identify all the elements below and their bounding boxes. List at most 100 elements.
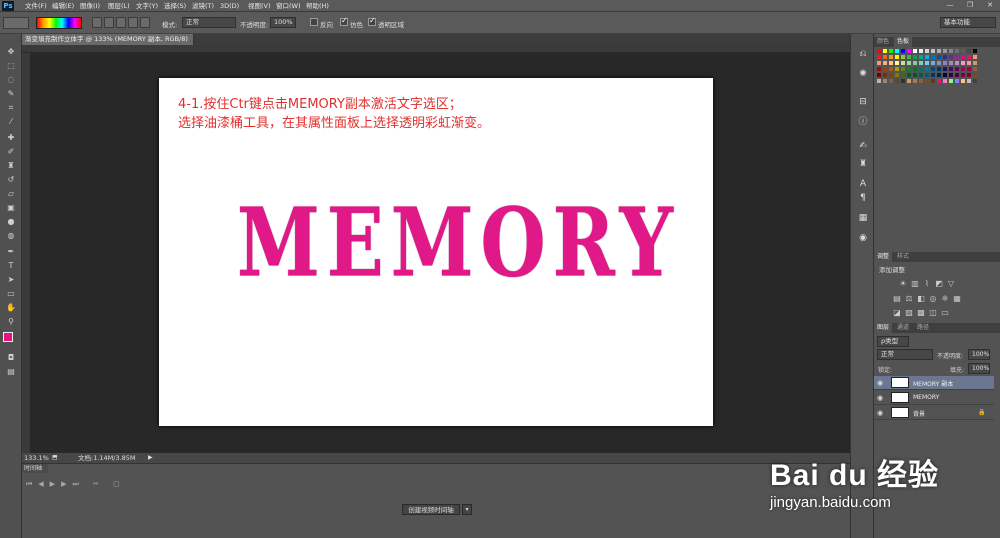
brightness-icon[interactable]: ☀	[898, 279, 908, 288]
history-brush-tool-icon[interactable]: ↺	[4, 174, 18, 185]
menu-3d[interactable]: 3D(D)	[220, 1, 239, 11]
status-export-icon[interactable]: ⬒	[52, 453, 58, 463]
layer-row-memory-copy[interactable]: ◉ MEMORY 副本	[874, 376, 994, 390]
restore-button[interactable]: ❐	[962, 1, 978, 10]
dither-checkbox[interactable]	[340, 16, 348, 26]
layer-kind-filter[interactable]: ρ类型	[877, 336, 909, 347]
timeline-playback-controls[interactable]: ⏮◀▶▶⏭ ✂ ▢	[26, 480, 126, 489]
close-window-button[interactable]: ✕	[982, 1, 998, 10]
foreground-color-swatch[interactable]	[3, 332, 13, 342]
swatches-grid[interactable]	[876, 48, 986, 92]
invert-icon[interactable]: ◪	[892, 308, 902, 317]
brush-panel-icon[interactable]: ✍	[856, 140, 870, 152]
menu-select[interactable]: 选择(S)	[164, 1, 186, 11]
menu-image[interactable]: 图像(I)	[80, 1, 100, 11]
swatch-chip[interactable]	[972, 78, 978, 84]
healing-brush-tool-icon[interactable]: ✚	[4, 132, 18, 143]
status-menu-arrow-icon[interactable]: ▶	[148, 453, 153, 463]
linear-gradient-icon[interactable]	[92, 17, 102, 28]
timeline-tab[interactable]: 时间轴	[22, 464, 48, 473]
menu-edit[interactable]: 编辑(E)	[52, 1, 74, 11]
blend-mode-select[interactable]: 正常	[877, 349, 933, 360]
memory-text-layer[interactable]: MEMORY	[237, 183, 673, 304]
tab-styles[interactable]: 样式	[894, 252, 912, 262]
actions-panel-icon[interactable]: ✺	[856, 68, 870, 80]
workspace-select[interactable]: 基本功能	[940, 17, 996, 28]
3d-panel-icon[interactable]: ◉	[856, 232, 870, 244]
color-lookup-icon[interactable]: ▦	[952, 294, 962, 303]
dodge-tool-icon[interactable]: ◍	[4, 230, 18, 241]
photo-filter-icon[interactable]: ◎	[928, 294, 938, 303]
info-panel-icon[interactable]: ⓘ	[856, 116, 870, 128]
black-white-icon[interactable]: ◧	[916, 294, 926, 303]
reflected-gradient-icon[interactable]	[128, 17, 138, 28]
hand-tool-icon[interactable]: ✋	[4, 302, 18, 313]
create-video-timeline-button[interactable]: 创建视频时间轴	[402, 504, 460, 515]
diamond-gradient-icon[interactable]	[140, 17, 150, 28]
tab-swatches[interactable]: 色板	[894, 37, 913, 47]
minimize-button[interactable]: —	[942, 1, 958, 10]
layer-row-background[interactable]: ◉ 背景 🔒	[874, 406, 994, 420]
paragraph-panel-icon[interactable]: ¶	[856, 192, 870, 204]
lasso-tool-icon[interactable]: ◌	[4, 74, 18, 85]
screen-mode-icon[interactable]: ▤	[4, 366, 18, 377]
path-select-tool-icon[interactable]: ➤	[4, 274, 18, 285]
opacity-input[interactable]: 100%	[270, 17, 296, 28]
tab-channels[interactable]: 通道	[894, 323, 912, 333]
menu-type[interactable]: 文字(Y)	[136, 1, 158, 11]
menu-file[interactable]: 文件(F)	[25, 1, 47, 11]
fill-input[interactable]: 100%	[968, 363, 990, 374]
pen-tool-icon[interactable]: ✒	[4, 246, 18, 257]
character-panel-icon[interactable]: A	[856, 178, 870, 190]
reverse-checkbox[interactable]	[310, 18, 318, 26]
clone-source-icon[interactable]: ♜	[856, 158, 870, 170]
posterize-icon[interactable]: ▨	[904, 308, 914, 317]
tool-preset-picker[interactable]	[3, 17, 29, 29]
tab-paths[interactable]: 路径	[914, 323, 932, 333]
vibrance-icon[interactable]: ▽	[946, 279, 956, 288]
timeline-options-chevron-icon[interactable]: ▾	[462, 504, 472, 515]
transparency-checkbox[interactable]	[368, 16, 376, 26]
gradient-picker[interactable]	[36, 17, 82, 29]
quick-mask-icon[interactable]: ◘	[4, 352, 18, 363]
layer-row-memory[interactable]: ◉ MEMORY	[874, 391, 994, 405]
brush-tool-icon[interactable]: ✐	[4, 146, 18, 157]
menu-view[interactable]: 视图(V)	[248, 1, 271, 11]
color-balance-icon[interactable]: ⚖	[904, 294, 914, 303]
threshold-icon[interactable]: ▩	[916, 308, 926, 317]
clone-stamp-tool-icon[interactable]: ♜	[4, 160, 18, 171]
levels-icon[interactable]: ▥	[910, 279, 920, 288]
zoom-level[interactable]: 133.1%	[24, 453, 49, 463]
visibility-eye-icon[interactable]: ◉	[877, 379, 883, 387]
menu-filter[interactable]: 滤镜(T)	[192, 1, 214, 11]
type-tool-icon[interactable]: T	[4, 260, 18, 271]
document-tab[interactable]: 渐变填充制作立体字 @ 133% (MEMORY 副本, RGB/8) * ×	[22, 34, 194, 54]
mode-select[interactable]: 正常	[182, 17, 236, 28]
tab-adjustments[interactable]: 调整	[874, 252, 893, 262]
visibility-eye-icon[interactable]: ◉	[877, 394, 883, 402]
visibility-eye-icon[interactable]: ◉	[877, 409, 883, 417]
history-panel-icon[interactable]: ⎌	[856, 48, 870, 60]
hue-saturation-icon[interactable]: ▤	[892, 294, 902, 303]
channel-mixer-icon[interactable]: ❈	[940, 294, 950, 303]
curves-icon[interactable]: ⌇	[922, 279, 932, 288]
radial-gradient-icon[interactable]	[104, 17, 114, 28]
menu-help[interactable]: 帮助(H)	[306, 1, 329, 11]
blur-tool-icon[interactable]: ●	[4, 216, 18, 227]
gradient-map-icon[interactable]: ▭	[940, 308, 950, 317]
menu-window[interactable]: 窗口(W)	[276, 1, 301, 11]
eyedropper-tool-icon[interactable]: ⁄	[4, 116, 18, 127]
quick-select-tool-icon[interactable]: ✎	[4, 88, 18, 99]
layers-opacity-input[interactable]: 100%	[968, 349, 990, 360]
shape-tool-icon[interactable]: ▭	[4, 288, 18, 299]
tab-color[interactable]: 颜色	[874, 37, 892, 47]
zoom-tool-icon[interactable]: ⚲	[4, 316, 18, 327]
properties-panel-icon[interactable]: ⊟	[856, 96, 870, 108]
angle-gradient-icon[interactable]	[116, 17, 126, 28]
exposure-icon[interactable]: ◩	[934, 279, 944, 288]
menu-layer[interactable]: 图层(L)	[108, 1, 130, 11]
tab-layers[interactable]: 图层	[874, 323, 893, 333]
marquee-tool-icon[interactable]: ⬚	[4, 60, 18, 71]
document-canvas[interactable]: 4-1.按住Ctr键点击MEMORY副本激活文字选区； 选择油漆桶工具，在其属性…	[159, 78, 713, 426]
move-tool-icon[interactable]: ✥	[4, 46, 18, 57]
